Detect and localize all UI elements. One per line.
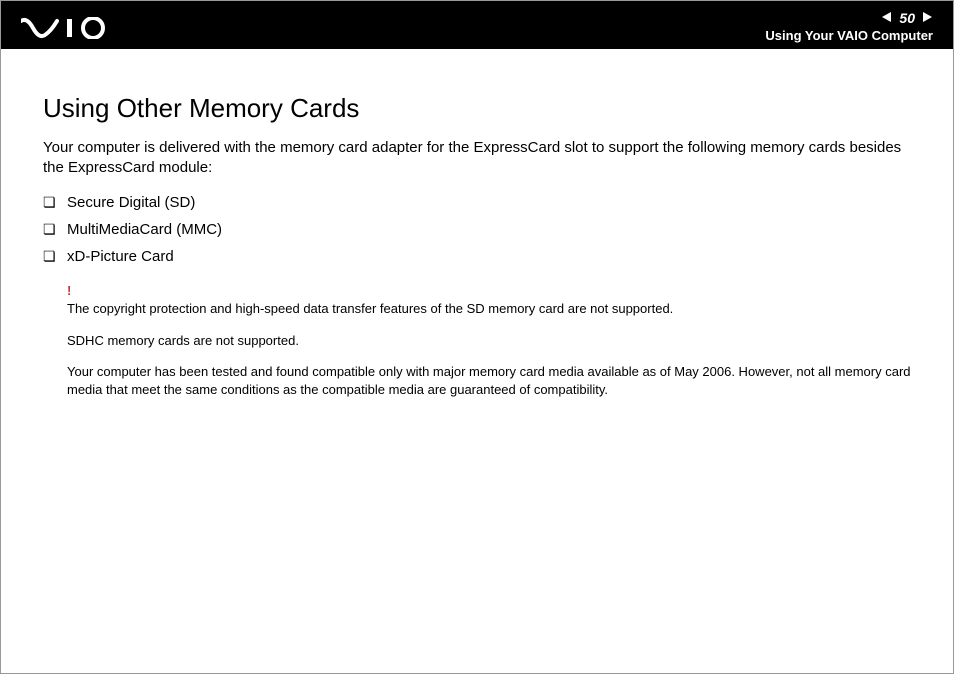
- vaio-logo-icon: [21, 17, 121, 39]
- arrow-right-icon: [921, 11, 933, 23]
- note-text: The copyright protection and high-speed …: [67, 300, 911, 318]
- list-item: Secure Digital (SD): [43, 189, 911, 216]
- page-number: 50: [899, 10, 915, 26]
- note-text: SDHC memory cards are not supported.: [67, 332, 911, 350]
- vaio-logo: [21, 17, 121, 43]
- prev-page-button[interactable]: [881, 10, 893, 26]
- page-title: Using Other Memory Cards: [43, 93, 911, 124]
- list-item: MultiMediaCard (MMC): [43, 216, 911, 243]
- arrow-left-icon: [881, 11, 893, 23]
- notes-block: ! The copyright protection and high-spee…: [43, 282, 911, 399]
- intro-text: Your computer is delivered with the memo…: [43, 138, 911, 179]
- next-page-button[interactable]: [921, 10, 933, 26]
- pager-controls: 50: [881, 10, 933, 26]
- note-text: Your computer has been tested and found …: [67, 363, 911, 398]
- section-label: Using Your VAIO Computer: [765, 28, 933, 43]
- page-content: Using Other Memory Cards Your computer i…: [1, 49, 953, 398]
- page-header: 50 Using Your VAIO Computer: [1, 1, 953, 49]
- list-item: xD-Picture Card: [43, 243, 911, 270]
- pager: 50 Using Your VAIO Computer: [765, 10, 933, 43]
- warning-icon: !: [67, 282, 911, 300]
- memory-card-list: Secure Digital (SD) MultiMediaCard (MMC)…: [43, 189, 911, 270]
